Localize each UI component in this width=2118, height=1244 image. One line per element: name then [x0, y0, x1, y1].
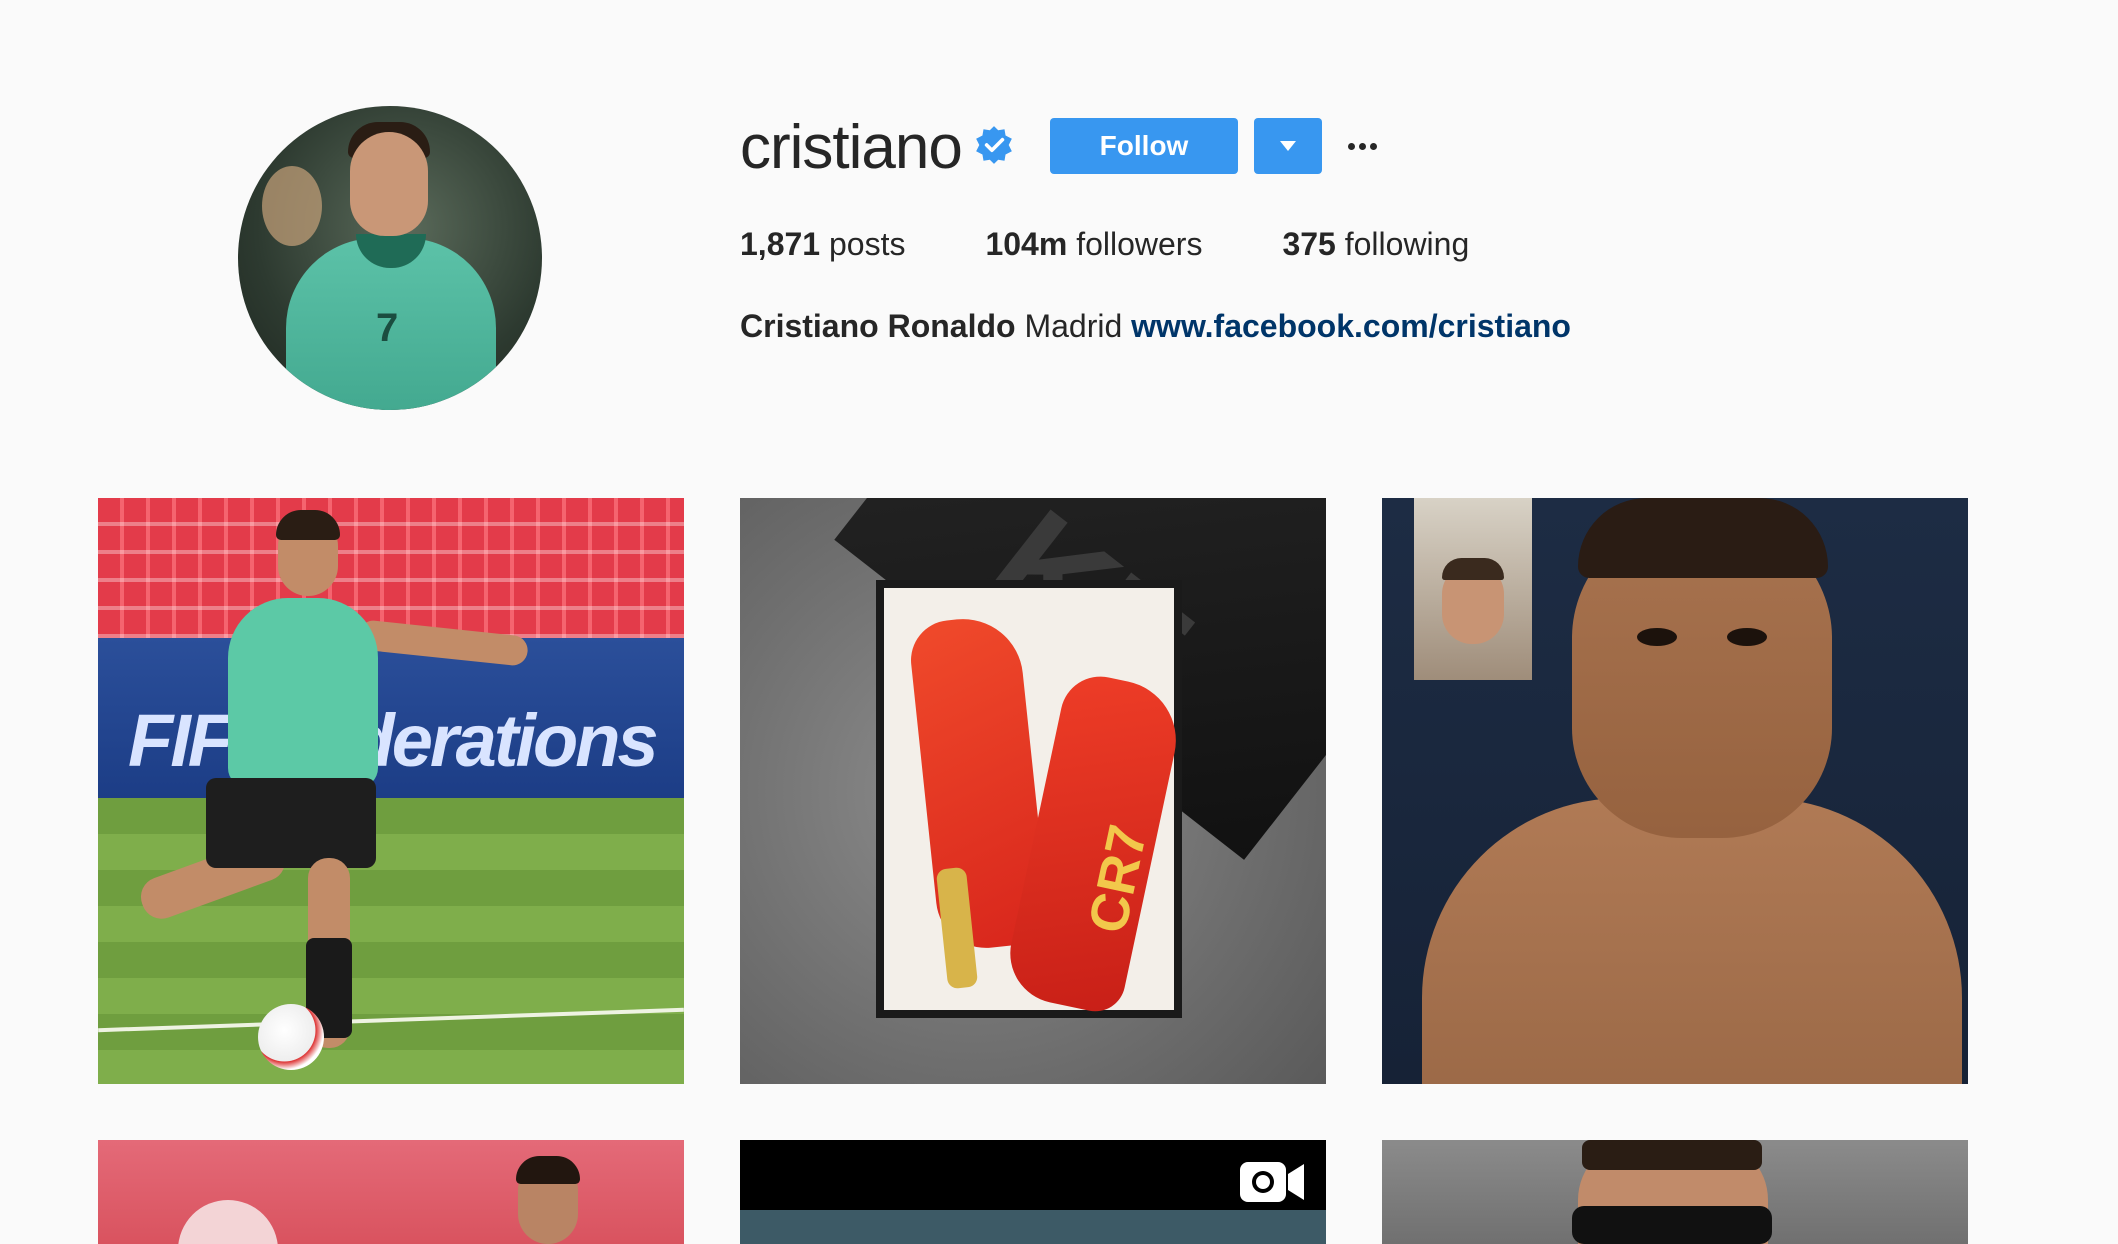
advertising-board-text: FIF nfederations [128, 699, 659, 782]
following-stat[interactable]: 375 following [1282, 222, 1469, 266]
avatar-background [262, 166, 322, 246]
follow-button[interactable]: Follow [1050, 118, 1238, 174]
profile-stats: 1,871 posts 104m followers 375 following [740, 222, 1549, 266]
profile-page: 7 cristiano Follow 1,871 posts 104m foll… [0, 0, 2118, 1244]
player-shorts [206, 778, 376, 868]
boy-eye [1727, 628, 1767, 646]
profile-full-name: Cristiano Ronaldo [740, 308, 1016, 344]
profile-website-link[interactable]: www.facebook.com/cristiano [1131, 308, 1571, 344]
boy-hair [1578, 498, 1828, 578]
person-hair [1582, 1140, 1762, 1170]
more-options-icon [1369, 142, 1377, 150]
avatar-jersey-number: 7 [376, 306, 399, 350]
followers-count: 104m [985, 226, 1068, 262]
boy-body [1422, 798, 1962, 1084]
following-label: following [1344, 226, 1470, 262]
verified-badge-icon [976, 126, 1012, 164]
profile-bio-text: Madrid [1024, 308, 1123, 344]
boy-eye [1637, 628, 1677, 646]
caret-down-icon [1280, 141, 1296, 151]
profile-username: cristiano [740, 113, 963, 182]
pitch-grass [98, 798, 684, 1084]
more-options-button[interactable] [1340, 118, 1384, 174]
post-thumbnail[interactable] [740, 1140, 1326, 1244]
followers-stat[interactable]: 104m followers [985, 222, 1202, 266]
tournament-logo [178, 1200, 278, 1244]
inset-hair [1442, 558, 1504, 580]
avatar-face [350, 132, 428, 236]
shoebox-inner: CR7 [884, 588, 1187, 1017]
posts-count: 1,871 [740, 226, 821, 262]
stadium-seats [98, 498, 684, 638]
video-camera-icon [1240, 1162, 1304, 1202]
more-options-icon [1347, 142, 1355, 150]
post-thumbnail[interactable] [1382, 498, 1968, 1084]
advertising-board: FIF nfederations [98, 638, 684, 798]
following-count: 375 [1282, 226, 1336, 262]
player-shirt [228, 598, 378, 788]
post-thumbnail[interactable] [1382, 1140, 1968, 1244]
video-call-inset [1414, 498, 1532, 680]
profile-bio: Cristiano Ronaldo Madrid www.facebook.co… [740, 304, 1571, 348]
posts-stat: 1,871 posts [740, 222, 905, 266]
sunglasses [1572, 1206, 1772, 1244]
post-thumbnail[interactable]: FIF nfederations [98, 498, 684, 1084]
post-thumbnail[interactable]: KE CR7 [740, 498, 1326, 1084]
football [258, 1004, 324, 1070]
more-options-icon [1358, 142, 1366, 150]
player-hair [276, 510, 340, 540]
video-frame-band [740, 1210, 1326, 1244]
suggested-accounts-dropdown-button[interactable] [1254, 118, 1322, 174]
posts-label: posts [828, 226, 906, 262]
post-thumbnail[interactable] [98, 1140, 684, 1244]
shoebox: CR7 [876, 580, 1187, 1018]
profile-avatar[interactable]: 7 [238, 106, 542, 410]
player-hair [516, 1156, 580, 1184]
followers-label: followers [1076, 226, 1203, 262]
